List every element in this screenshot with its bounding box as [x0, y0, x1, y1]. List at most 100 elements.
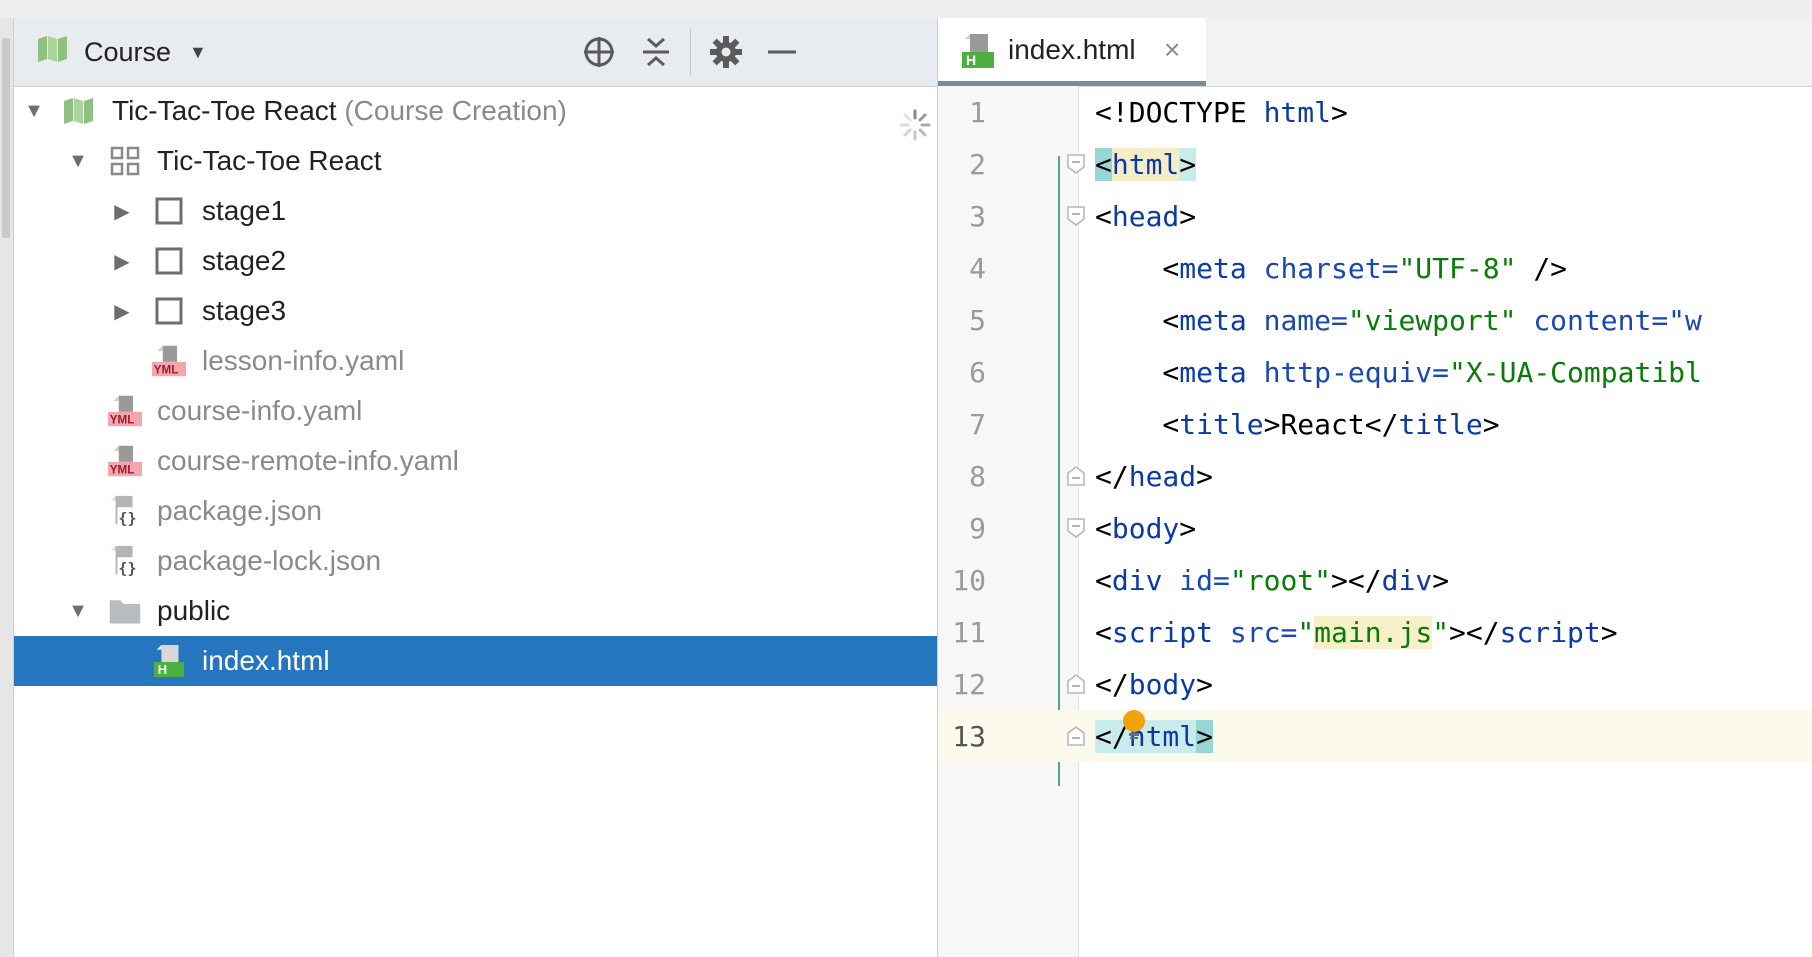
editor-panel: H index.html × 1 <!DOCTYPE html> 2 <html… [937, 18, 1812, 957]
code-line[interactable]: 2 <html> [938, 138, 1812, 190]
settings-button[interactable] [706, 32, 746, 72]
tree-item-label: course-remote-info.yaml [157, 445, 459, 476]
line-number: 2 [969, 147, 986, 181]
yaml-file-icon: YML [152, 344, 186, 378]
code-text: <title>React</title> [1095, 407, 1500, 441]
section-icon [108, 144, 142, 178]
code-line[interactable]: 5 <meta name="viewport" content="w [938, 294, 1812, 346]
svg-text:{}: {} [118, 559, 136, 577]
line-number: 4 [969, 251, 986, 285]
project-view-selector[interactable]: Course ▼ [36, 32, 207, 72]
tree-item-stage3[interactable]: ▶ stage3 [14, 286, 937, 336]
tree-item-package-lock-json[interactable]: {} package-lock.json [14, 536, 937, 586]
yaml-file-icon: YML [108, 394, 142, 428]
window-top-strip [0, 0, 1812, 19]
code-line[interactable]: 3 <head> [938, 190, 1812, 242]
code-line[interactable]: 12 </body> [938, 658, 1812, 710]
tree-item-index-html[interactable]: H index.html [14, 636, 937, 686]
tree-item-section[interactable]: ▼ Tic-Tac-Toe React [14, 136, 937, 186]
code-line[interactable]: 4 <meta charset="UTF-8" /> [938, 242, 1812, 294]
lesson-icon [152, 194, 186, 228]
tree-item-course-remote-info-yaml[interactable]: YML course-remote-info.yaml [14, 436, 937, 486]
code-line[interactable]: 8 </head> [938, 450, 1812, 502]
left-tool-strip [0, 18, 14, 957]
tab-index-html[interactable]: H index.html × [938, 18, 1206, 86]
fold-marker-icon[interactable] [1067, 668, 1085, 701]
fold-marker-icon[interactable] [1067, 148, 1085, 181]
code-text: <meta charset="UTF-8" /> [1095, 251, 1568, 285]
project-panel-header: Course ▼ [14, 18, 937, 87]
line-number: 11 [952, 615, 986, 649]
lightbulb-icon[interactable] [1121, 709, 1147, 741]
gear-icon [710, 36, 742, 68]
code-line[interactable]: 7 <title>React</title> [938, 398, 1812, 450]
project-panel-title: Course [84, 36, 172, 67]
fold-marker-icon[interactable] [1067, 460, 1085, 493]
tree-item-label: stage1 [202, 195, 287, 226]
close-icon[interactable]: × [1164, 34, 1180, 66]
tree-item-stage2[interactable]: ▶ stage2 [14, 236, 937, 286]
editor-tab-bar: H index.html × [938, 18, 1812, 87]
code-line[interactable]: 9 <body> [938, 502, 1812, 554]
svg-text:YML: YML [110, 464, 135, 477]
fold-marker-icon[interactable] [1067, 200, 1085, 233]
line-number: 1 [969, 95, 986, 129]
tree-item-label: lesson-info.yaml [202, 345, 405, 376]
code-text: <meta http-equiv="X-UA-Compatibl [1095, 355, 1702, 389]
tree-item-stage1[interactable]: ▶ stage1 [14, 186, 937, 236]
tree-item-course-root[interactable]: ▼ Tic-Tac-Toe React (Course Creation) [14, 86, 937, 136]
collapsed-arrow-icon[interactable]: ▶ [110, 299, 134, 323]
expanded-arrow-icon[interactable]: ▼ [66, 149, 90, 173]
code-line[interactable]: 6 <meta http-equiv="X-UA-Compatibl [938, 346, 1812, 398]
tree-item-label: package-lock.json [157, 545, 382, 576]
course-mode-label: (Course Creation) [344, 95, 567, 126]
course-icon [62, 94, 96, 128]
expanded-arrow-icon[interactable]: ▼ [66, 599, 90, 623]
fold-marker-icon[interactable] [1067, 512, 1085, 545]
code-text: </html> [1095, 719, 1214, 753]
code-line[interactable]: 1 <!DOCTYPE html> [938, 86, 1812, 138]
line-number: 9 [969, 511, 986, 545]
line-number: 6 [969, 355, 986, 389]
code-line[interactable]: 10 <div id="root"></div> [938, 554, 1812, 606]
collapsed-arrow-icon[interactable]: ▶ [110, 249, 134, 273]
code-text: <body> [1095, 511, 1197, 545]
line-number: 5 [969, 303, 986, 337]
svg-text:{}: {} [118, 509, 136, 527]
tree-item-label: Tic-Tac-Toe React [157, 145, 382, 176]
tool-strip-thumb[interactable] [2, 38, 10, 238]
collapsed-arrow-icon[interactable]: ▶ [110, 199, 134, 223]
tree-item-label: index.html [202, 645, 330, 676]
tree-item-lesson-info-yaml[interactable]: YML lesson-info.yaml [14, 336, 937, 386]
html-file-icon: H [960, 32, 996, 75]
project-panel: Course ▼ ▼ Tic-Tac-Toe React (Course Cre… [14, 18, 937, 957]
code-text: </head> [1095, 459, 1214, 493]
lesson-icon [152, 294, 186, 328]
tree-item-public-folder[interactable]: ▼ public [14, 586, 937, 636]
svg-text:YML: YML [110, 414, 135, 427]
hide-panel-button[interactable] [762, 32, 802, 72]
code-line[interactable]: 11 <script src="main.js"></script> [938, 606, 1812, 658]
line-number: 10 [952, 563, 986, 597]
json-file-icon: {} [108, 494, 142, 528]
course-icon [36, 34, 70, 71]
tree-item-course-info-yaml[interactable]: YML course-info.yaml [14, 386, 937, 436]
html-file-icon: H [152, 644, 186, 678]
code-text: <div id="root"></div> [1095, 563, 1450, 597]
yaml-file-icon: YML [108, 444, 142, 478]
code-text: <!DOCTYPE html> [1095, 95, 1348, 129]
svg-text:YML: YML [154, 364, 179, 377]
crosshair-icon [584, 37, 614, 67]
collapse-all-button[interactable] [636, 32, 676, 72]
code-line-current[interactable]: 13 </html> [938, 710, 1812, 762]
collapse-all-icon [643, 37, 669, 67]
tree-item-package-json[interactable]: {} package.json [14, 486, 937, 536]
tab-label: index.html [1008, 33, 1136, 65]
locate-file-button[interactable] [579, 32, 619, 72]
svg-text:H: H [158, 662, 168, 677]
code-text: <script src="main.js"></script> [1095, 615, 1618, 649]
lesson-icon [152, 244, 186, 278]
expanded-arrow-icon[interactable]: ▼ [22, 99, 46, 123]
code-text: <html> [1095, 147, 1197, 181]
fold-marker-icon[interactable] [1067, 720, 1085, 753]
